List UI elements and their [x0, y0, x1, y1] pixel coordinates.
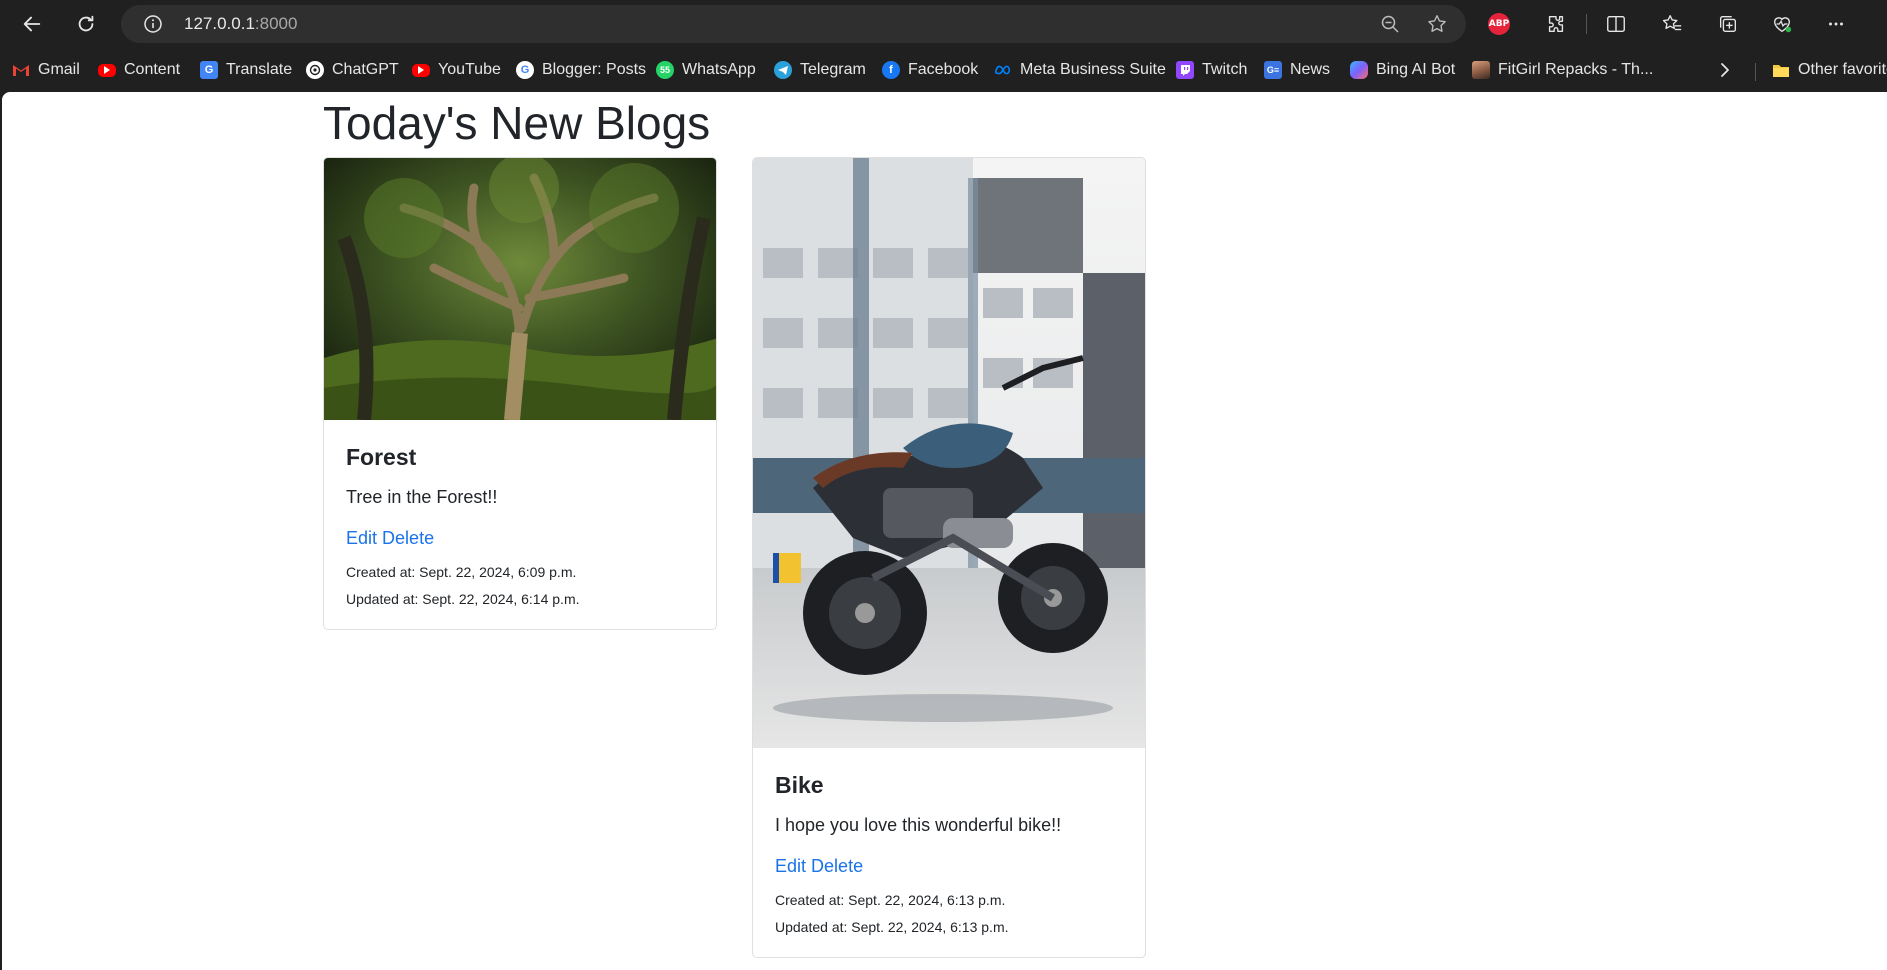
bookmark-label: Content [124, 61, 181, 78]
bookmark-gmail[interactable]: Gmail [12, 57, 80, 83]
bing-icon [1350, 61, 1368, 79]
blog-card: Bike I hope you love this wonderful bike… [752, 157, 1146, 958]
bookmark-blogger[interactable]: G Blogger: Posts [516, 57, 646, 83]
blog-title: Bike [775, 772, 824, 798]
back-icon[interactable] [14, 6, 50, 42]
bookmark-translate[interactable]: G Translate [200, 57, 292, 83]
chevron-right-icon[interactable] [1716, 61, 1734, 79]
bookmark-twitch[interactable]: Twitch [1176, 57, 1247, 83]
bookmarks-bar: Gmail Content G Translate ChatGPT YouTub… [0, 48, 1887, 92]
bookmark-news[interactable]: G≡ News [1264, 57, 1330, 83]
bookmark-label: ChatGPT [332, 61, 399, 78]
updated-at: Updated at: Sept. 22, 2024, 6:14 p.m. [346, 591, 580, 607]
bookmark-meta-business[interactable]: Meta Business Suite [994, 57, 1166, 83]
bookmark-label: Other favorites [1798, 61, 1887, 78]
edit-link[interactable]: Edit [346, 528, 377, 548]
blog-card: Forest Tree in the Forest!! Edit Delete … [323, 157, 717, 630]
page-title: Today's New Blogs [323, 97, 711, 149]
toolbar-divider [1586, 14, 1587, 34]
gmail-icon [12, 61, 30, 79]
updated-at: Updated at: Sept. 22, 2024, 6:13 p.m. [775, 919, 1009, 935]
blog-title: Forest [346, 444, 417, 470]
delete-link[interactable]: Delete [382, 528, 434, 548]
meta-icon [994, 61, 1012, 79]
bookmark-label: Blogger: Posts [542, 61, 647, 78]
zoom-icon[interactable] [1380, 14, 1400, 34]
address-bar[interactable]: 127.0.0.1:8000 [121, 5, 1466, 43]
adblock-icon[interactable]: ABP [1488, 13, 1510, 35]
extensions-icon[interactable] [1538, 6, 1574, 42]
created-at: Created at: Sept. 22, 2024, 6:13 p.m. [775, 892, 1006, 908]
bookmark-content[interactable]: Content [98, 57, 180, 83]
bookmark-label: WhatsApp [682, 61, 756, 78]
bookmark-other-favorites[interactable]: Other favorites [1772, 57, 1887, 83]
telegram-icon [774, 61, 792, 79]
bookmark-whatsapp[interactable]: 55 WhatsApp [656, 57, 756, 83]
google-icon: G [516, 61, 534, 79]
bookmark-label: Meta Business Suite [1020, 61, 1166, 78]
folder-icon [1772, 61, 1790, 79]
facebook-icon: f [882, 61, 900, 79]
chatgpt-icon [306, 61, 324, 79]
bookmark-label: FitGirl Repacks - Th... [1498, 61, 1654, 78]
bookmark-label: Translate [226, 61, 293, 78]
collections-icon[interactable] [1710, 6, 1746, 42]
news-icon: G≡ [1264, 61, 1282, 79]
bookmark-label: Bing AI Bot [1376, 61, 1456, 78]
delete-link[interactable]: Delete [811, 856, 863, 876]
blog-image-forest [324, 158, 716, 420]
health-icon[interactable] [1764, 6, 1800, 42]
browser-toolbar: 127.0.0.1:8000 ABP [0, 0, 1887, 48]
whatsapp-icon: 55 [656, 61, 674, 79]
star-icon[interactable] [1426, 13, 1448, 35]
bookmark-fitgirl[interactable]: FitGirl Repacks - Th... [1472, 57, 1653, 83]
blog-text: I hope you love this wonderful bike!! [775, 815, 1062, 835]
fitgirl-icon [1472, 61, 1490, 79]
web-page: Today's New Blogs Forest Tree in the For… [2, 92, 1887, 970]
youtube-icon [412, 63, 430, 77]
bookmark-label: YouTube [438, 61, 501, 78]
bookmark-facebook[interactable]: f Facebook [882, 57, 978, 83]
blog-image-bike [753, 158, 1145, 748]
url-port: :8000 [254, 14, 298, 33]
more-icon[interactable] [1818, 6, 1854, 42]
bookmarks-divider [1755, 63, 1756, 81]
bookmark-chatgpt[interactable]: ChatGPT [306, 57, 399, 83]
translate-icon: G [200, 61, 218, 79]
blog-text: Tree in the Forest!! [346, 487, 498, 507]
url-text[interactable]: 127.0.0.1:8000 [184, 14, 297, 34]
bookmark-bing-ai[interactable]: Bing AI Bot [1350, 57, 1455, 83]
bookmark-label: News [1290, 61, 1331, 78]
twitch-icon [1176, 61, 1194, 79]
bookmark-label: Twitch [1202, 61, 1248, 78]
bookmark-label: Facebook [908, 61, 979, 78]
reload-icon[interactable] [68, 6, 104, 42]
edit-link[interactable]: Edit [775, 856, 806, 876]
bookmark-label: Gmail [38, 61, 80, 78]
split-screen-icon[interactable] [1598, 6, 1634, 42]
created-at: Created at: Sept. 22, 2024, 6:09 p.m. [346, 564, 577, 580]
url-host: 127.0.0.1 [184, 14, 255, 33]
bookmark-telegram[interactable]: Telegram [774, 57, 866, 83]
bookmark-youtube[interactable]: YouTube [412, 57, 501, 83]
bookmark-label: Telegram [800, 61, 866, 78]
info-icon[interactable] [143, 14, 163, 34]
favorites-icon[interactable] [1654, 6, 1690, 42]
youtube-icon [98, 63, 116, 77]
